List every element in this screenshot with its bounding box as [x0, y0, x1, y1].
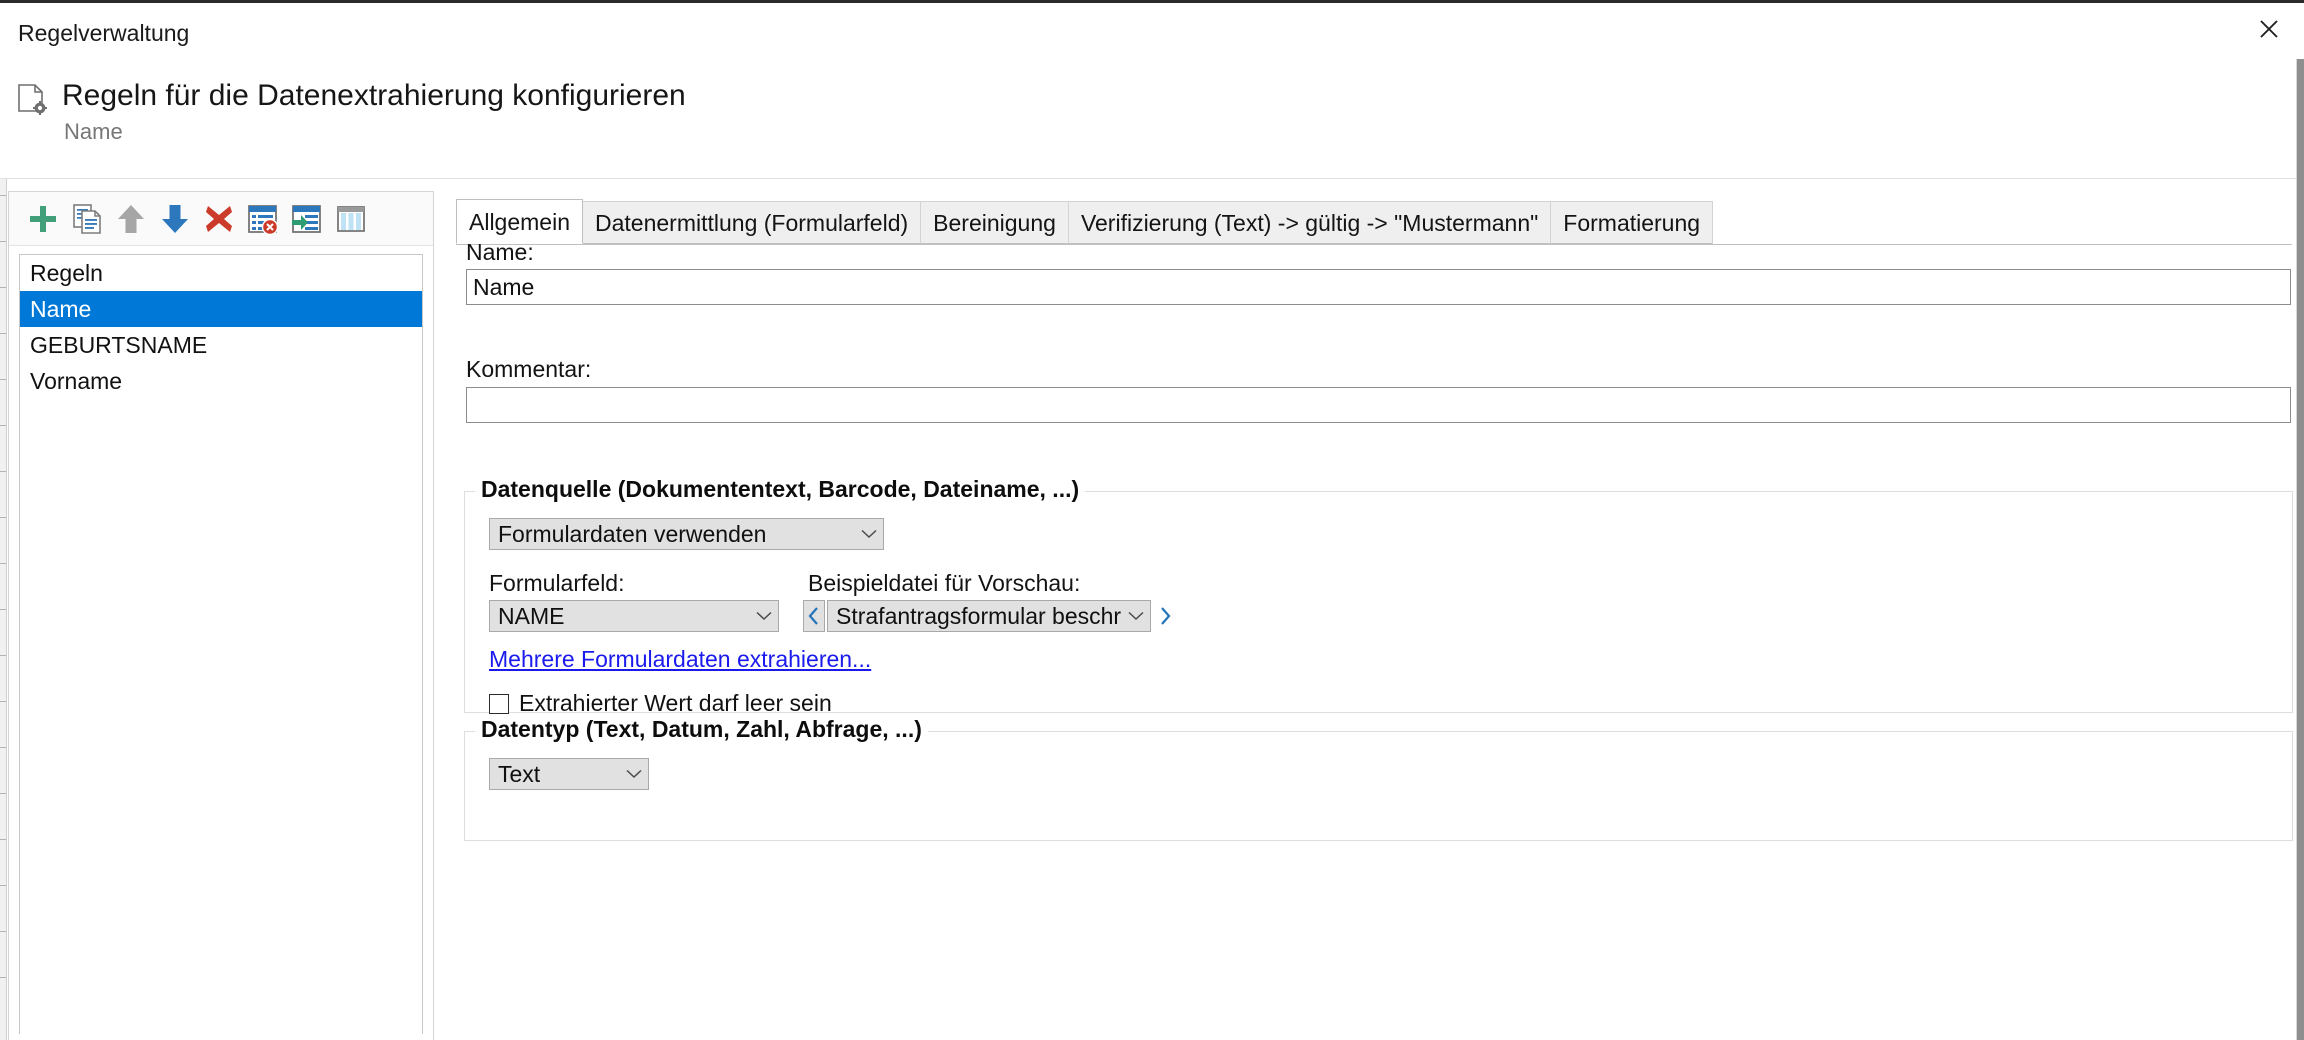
checkbox-box[interactable]	[489, 693, 509, 714]
datenquelle-groupbox: Datenquelle (Dokumententext, Barcode, Da…	[464, 476, 2293, 716]
delete-x-icon	[206, 205, 232, 232]
tab-strip: Allgemein Datenermittlung (Formularfeld)…	[456, 199, 2292, 245]
columns-icon	[337, 205, 365, 232]
document-settings-icon	[16, 83, 50, 119]
formularfeld-select-value: NAME	[498, 602, 565, 629]
datenquelle-group-title: Datenquelle (Dokumententext, Barcode, Da…	[475, 476, 1086, 503]
tab-bereinigung[interactable]: Bereinigung	[920, 201, 1069, 244]
rule-management-window: Regelverwaltung Regeln für die Datenextr…	[0, 0, 2304, 1040]
datentyp-group-title: Datentyp (Text, Datum, Zahl, Abfrage, ..…	[475, 716, 928, 743]
rules-list[interactable]: Regeln Name GEBURTSNAME Vorname	[19, 254, 423, 1034]
mehrere-formulardaten-link[interactable]: Mehrere Formulardaten extrahieren...	[489, 646, 871, 673]
kommentar-input[interactable]	[466, 387, 2291, 423]
previous-file-button[interactable]	[803, 600, 825, 632]
list-item[interactable]: Vorname	[20, 363, 422, 399]
datenquelle-select-value: Formulardaten verwenden	[498, 520, 767, 547]
plus-icon	[30, 205, 56, 232]
chevron-down-icon	[620, 769, 648, 779]
datentyp-select-value: Text	[498, 760, 541, 787]
copy-rule-button[interactable]	[65, 197, 109, 241]
chevron-down-icon	[1122, 611, 1150, 621]
beispieldatei-select[interactable]: Strafantragsformular beschreibbar.pdf	[827, 600, 1151, 632]
page-title: Regeln für die Datenextrahierung konfigu…	[62, 79, 686, 112]
title-bar: Regelverwaltung	[0, 3, 2304, 63]
rules-toolbar	[9, 192, 433, 246]
empty-value-allowed-label: Extrahierter Wert darf leer sein	[519, 690, 832, 716]
list-delete-icon	[248, 204, 279, 235]
chevron-right-icon	[1161, 607, 1171, 625]
datenquelle-select[interactable]: Formulardaten verwenden	[489, 518, 884, 550]
rule-detail-panel: Allgemein Datenermittlung (Formularfeld)…	[444, 191, 2304, 1040]
beispieldatei-select-value: Strafantragsformular beschreibbar.pdf	[836, 602, 1122, 629]
chevron-down-icon	[750, 611, 778, 621]
close-button[interactable]	[2234, 3, 2304, 55]
dialog-header: Regeln für die Datenextrahierung konfigu…	[0, 63, 2304, 179]
copy-icon	[73, 203, 101, 234]
list-item[interactable]: Name	[20, 291, 422, 327]
name-input[interactable]	[466, 269, 2291, 305]
chevron-left-icon	[808, 607, 818, 625]
formularfeld-select[interactable]: NAME	[489, 600, 779, 632]
window-title: Regelverwaltung	[18, 20, 190, 46]
list-import-icon	[292, 204, 321, 233]
delete-rule-button[interactable]	[197, 197, 241, 241]
datentyp-groupbox: Datentyp (Text, Datum, Zahl, Abfrage, ..…	[464, 716, 2293, 841]
arrow-up-icon	[118, 204, 144, 233]
next-file-button[interactable]	[1154, 600, 1176, 632]
clear-list-button[interactable]	[241, 197, 285, 241]
tab-verifizierung[interactable]: Verifizierung (Text) -> gültig -> "Muste…	[1067, 201, 1552, 244]
tab-allgemein[interactable]: Allgemein	[456, 199, 583, 244]
rules-panel: Regeln Name GEBURTSNAME Vorname	[8, 191, 434, 1040]
arrow-down-icon	[162, 204, 188, 233]
columns-button[interactable]	[329, 197, 373, 241]
beispieldatei-label: Beispieldatei für Vorschau:	[808, 570, 1081, 596]
move-down-button[interactable]	[153, 197, 197, 241]
background-window-edge	[0, 179, 7, 1040]
kommentar-label: Kommentar:	[466, 356, 592, 382]
close-icon	[2260, 20, 2278, 38]
page-subtitle: Name	[64, 119, 123, 144]
tab-datenermittlung[interactable]: Datenermittlung (Formularfeld)	[582, 201, 922, 244]
rules-list-header: Regeln	[30, 260, 103, 286]
formularfeld-label: Formularfeld:	[489, 570, 625, 596]
import-button[interactable]	[285, 197, 329, 241]
chevron-down-icon	[855, 529, 883, 539]
background-window-right-edge	[2296, 59, 2304, 1040]
datentyp-select[interactable]: Text	[489, 758, 649, 790]
tab-formatierung[interactable]: Formatierung	[1550, 201, 1714, 244]
move-up-button[interactable]	[109, 197, 153, 241]
list-item[interactable]: GEBURTSNAME	[20, 327, 422, 363]
add-rule-button[interactable]	[21, 197, 65, 241]
empty-value-allowed-checkbox[interactable]: Extrahierter Wert darf leer sein	[489, 690, 832, 717]
